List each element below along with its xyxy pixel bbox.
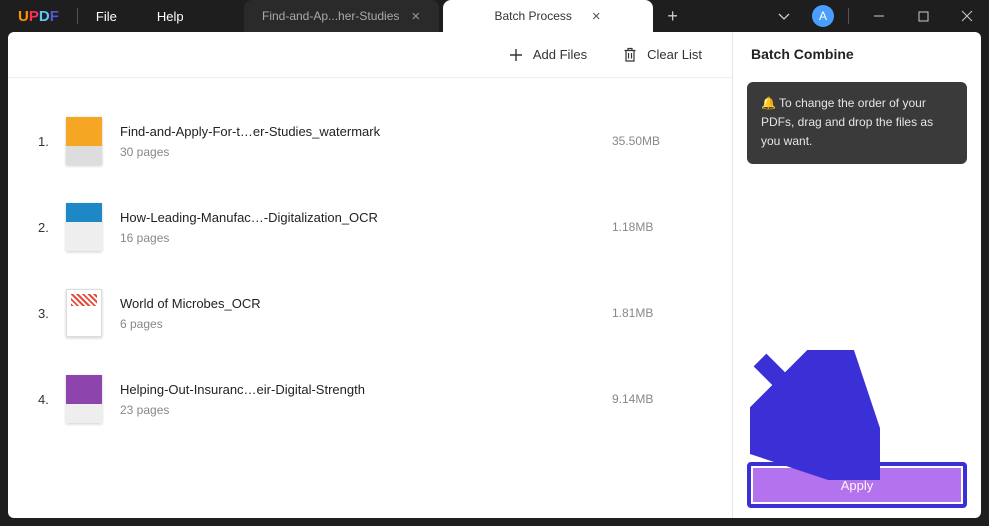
dropdown-icon[interactable]	[762, 0, 806, 32]
main-panel: Add Files Clear List 1. Find-and-Apply-F…	[8, 32, 733, 518]
content-inner: Add Files Clear List 1. Find-and-Apply-F…	[8, 32, 981, 518]
divider	[848, 8, 849, 24]
tab-label: Batch Process	[495, 9, 572, 23]
item-number: 2.	[38, 220, 66, 235]
file-name: Helping-Out-Insuranc…eir-Digital-Strengt…	[120, 382, 612, 397]
file-thumbnail	[66, 203, 102, 251]
file-meta: World of Microbes_OCR 6 pages	[120, 296, 612, 331]
file-thumbnail	[66, 117, 102, 165]
file-size: 35.50MB	[612, 134, 712, 148]
tab-batch-process[interactable]: Batch Process ×	[443, 0, 653, 32]
file-pages: 30 pages	[120, 145, 612, 159]
file-size: 1.81MB	[612, 306, 712, 320]
content-area: Add Files Clear List 1. Find-and-Apply-F…	[0, 32, 989, 526]
close-icon[interactable]: ×	[592, 9, 601, 24]
side-panel: Batch Combine 🔔 To change the order of y…	[733, 32, 981, 518]
button-label: Add Files	[533, 47, 587, 62]
toolbar: Add Files Clear List	[8, 32, 732, 78]
tabs: Find-and-Ap...her-Studies × Batch Proces…	[244, 0, 689, 32]
file-pages: 6 pages	[120, 317, 612, 331]
file-meta: How-Leading-Manufac…-Digitalization_OCR …	[120, 210, 612, 245]
minimize-button[interactable]	[857, 0, 901, 32]
file-pages: 23 pages	[120, 403, 612, 417]
file-pages: 16 pages	[120, 231, 612, 245]
apply-highlight: Apply	[747, 462, 967, 508]
tab-label: Find-and-Ap...her-Studies	[262, 9, 399, 23]
new-tab-button[interactable]: +	[657, 0, 689, 32]
close-button[interactable]	[945, 0, 989, 32]
tab-document[interactable]: Find-and-Ap...her-Studies ×	[244, 0, 439, 32]
file-name: Find-and-Apply-For-t…er-Studies_watermar…	[120, 124, 612, 139]
list-item[interactable]: 1. Find-and-Apply-For-t…er-Studies_water…	[38, 98, 712, 184]
list-item[interactable]: 2. How-Leading-Manufac…-Digitalization_O…	[38, 184, 712, 270]
file-size: 9.14MB	[612, 392, 712, 406]
titlebar: UPDF File Help Find-and-Ap...her-Studies…	[0, 0, 989, 32]
divider	[77, 8, 78, 24]
item-number: 4.	[38, 392, 66, 407]
item-number: 1.	[38, 134, 66, 149]
app-logo: UPDF	[18, 8, 59, 25]
app-window: UPDF File Help Find-and-Ap...her-Studies…	[0, 0, 989, 526]
maximize-button[interactable]	[901, 0, 945, 32]
add-files-button[interactable]: Add Files	[509, 47, 587, 62]
tip-box: 🔔 To change the order of your PDFs, drag…	[747, 82, 967, 164]
panel-title: Batch Combine	[751, 46, 967, 62]
close-icon[interactable]: ×	[411, 9, 420, 24]
file-name: World of Microbes_OCR	[120, 296, 612, 311]
list-item[interactable]: 4. Helping-Out-Insuranc…eir-Digital-Stre…	[38, 356, 712, 442]
item-number: 3.	[38, 306, 66, 321]
file-meta: Helping-Out-Insuranc…eir-Digital-Strengt…	[120, 382, 612, 417]
file-thumbnail	[66, 375, 102, 423]
file-thumbnail	[66, 289, 102, 337]
menu-help[interactable]: Help	[157, 9, 184, 24]
menu-file[interactable]: File	[96, 9, 117, 24]
window-controls: A	[762, 0, 989, 32]
clear-list-button[interactable]: Clear List	[623, 47, 702, 63]
file-meta: Find-and-Apply-For-t…er-Studies_watermar…	[120, 124, 612, 159]
file-size: 1.18MB	[612, 220, 712, 234]
button-label: Clear List	[647, 47, 702, 62]
apply-button[interactable]: Apply	[753, 468, 961, 502]
file-name: How-Leading-Manufac…-Digitalization_OCR	[120, 210, 612, 225]
file-list: 1. Find-and-Apply-For-t…er-Studies_water…	[8, 78, 732, 518]
list-item[interactable]: 3. World of Microbes_OCR 6 pages 1.81MB	[38, 270, 712, 356]
user-avatar[interactable]: A	[812, 5, 834, 27]
